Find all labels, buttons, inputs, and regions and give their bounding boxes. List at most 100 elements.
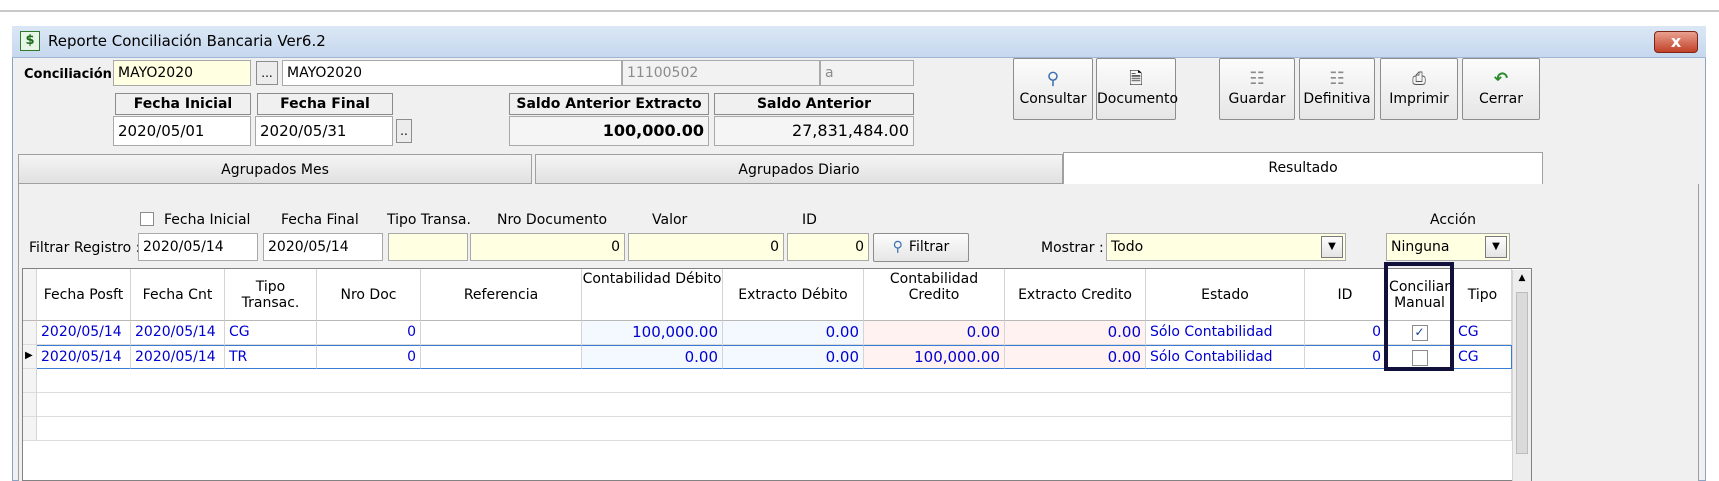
tab-resultado[interactable]: Resultado — [1063, 152, 1543, 184]
mostrar-select[interactable]: Todo — [1106, 233, 1346, 261]
table-cell[interactable] — [421, 345, 582, 369]
filter-tipo-input[interactable] — [388, 233, 468, 261]
guardar-button[interactable]: ☷ Guardar — [1219, 58, 1295, 120]
row-selector[interactable] — [23, 321, 37, 345]
grid-vertical-scrollbar[interactable]: ▲ — [1512, 270, 1531, 481]
saldo-contabilidad-value: 27,831,484.00 — [714, 116, 914, 146]
account-field: 11100502 — [622, 60, 820, 86]
tab-agrupados-mes[interactable]: Agrupados Mes — [18, 154, 532, 184]
row-selector[interactable] — [23, 393, 37, 417]
table-cell[interactable]: 0.00 — [1005, 321, 1146, 345]
row-selector-current[interactable]: ▶ — [23, 345, 37, 369]
col-contabilidad-credito[interactable]: Contabilidad Credito — [864, 269, 1005, 321]
table-cell[interactable]: 0 — [317, 345, 421, 369]
close-button[interactable]: x — [1654, 31, 1698, 53]
printer-icon: ⎙ — [1412, 69, 1426, 89]
accion-dropdown-icon[interactable]: ▼ — [1485, 236, 1507, 258]
table-cell[interactable]: 0.00 — [1005, 345, 1146, 369]
stamp-icon: ☷ — [1329, 69, 1345, 89]
col-fecha-cnt[interactable]: Fecha Cnt — [131, 269, 225, 321]
fecha-browse-button[interactable]: .. — [396, 119, 412, 143]
fecha-inicial-header: Fecha Inicial — [115, 93, 251, 115]
col-referencia[interactable]: Referencia — [421, 269, 582, 321]
col-extracto-debito[interactable]: Extracto Débito — [723, 269, 864, 321]
table-cell[interactable]: CG — [1454, 321, 1512, 345]
tab-agrupados-diario[interactable]: Agrupados Diario — [535, 154, 1063, 184]
fecha-final-input[interactable]: 2020/05/31 — [255, 116, 393, 146]
filter-fecha-final-input[interactable]: 2020/05/14 — [263, 233, 383, 261]
table-cell[interactable]: 0.00 — [582, 345, 723, 369]
col-tipo[interactable]: Tipo — [1454, 269, 1512, 321]
filtrar-button[interactable]: ⚲ Filtrar — [873, 233, 969, 262]
consultar-label: Consultar — [1019, 91, 1087, 107]
scroll-thumb[interactable] — [1516, 292, 1528, 454]
filtrar-registro-label: Filtrar Registro : — [29, 240, 141, 256]
filter-fecha-final-label: Fecha Final — [281, 212, 359, 228]
cerrar-label: Cerrar — [1479, 91, 1523, 107]
row-selector[interactable] — [23, 417, 37, 441]
top-divider — [0, 10, 1719, 12]
consultar-button[interactable]: ⚲ Consultar — [1013, 58, 1093, 120]
mostrar-label: Mostrar : — [1041, 240, 1104, 256]
table-cell[interactable]: 0.00 — [864, 321, 1005, 345]
saldo-extracto-value: 100,000.00 — [509, 116, 709, 146]
definitiva-button[interactable]: ☷ Definitiva — [1299, 58, 1375, 120]
table-cell[interactable]: 2020/05/14 — [131, 321, 225, 345]
scroll-up-icon[interactable]: ▲ — [1513, 270, 1531, 286]
table-cell[interactable]: TR — [225, 345, 317, 369]
table-cell[interactable]: 0 — [317, 321, 421, 345]
table-cell[interactable]: Sólo Contabilidad — [1146, 321, 1305, 345]
col-fecha-posft[interactable]: Fecha Posft — [37, 269, 131, 321]
conciliacion-label: Conciliación : — [24, 67, 122, 82]
conciliar-manual-highlight — [1384, 262, 1454, 371]
table-cell[interactable]: CG — [225, 321, 317, 345]
row-selector[interactable] — [23, 369, 37, 393]
filter-valor-input[interactable]: 0 — [628, 233, 784, 261]
imprimir-button[interactable]: ⎙ Imprimir — [1380, 58, 1458, 120]
table-cell[interactable]: 2020/05/14 — [37, 345, 131, 369]
accion-label: Acción — [1430, 212, 1477, 228]
magnifier-icon: ⚲ — [1046, 69, 1060, 89]
col-id[interactable]: ID — [1305, 269, 1386, 321]
imprimir-label: Imprimir — [1389, 91, 1449, 107]
empty-row — [37, 393, 1512, 417]
documento-label: Documento — [1097, 91, 1179, 107]
table-cell[interactable]: 2020/05/14 — [37, 321, 131, 345]
mostrar-dropdown-icon[interactable]: ▼ — [1321, 236, 1343, 258]
col-extracto-credito[interactable]: Extracto Credito — [1005, 269, 1146, 321]
row-header-corner — [23, 269, 37, 321]
description-input[interactable]: MAYO2020 — [282, 60, 622, 86]
table-cell[interactable]: 2020/05/14 — [131, 345, 225, 369]
table-cell[interactable]: 0 — [1305, 345, 1386, 369]
guardar-label: Guardar — [1228, 91, 1286, 107]
fecha-final-header: Fecha Final — [257, 93, 393, 115]
table-cell[interactable]: 100,000.00 — [582, 321, 723, 345]
table-cell[interactable]: 100,000.00 — [864, 345, 1005, 369]
saldo-contabilidad-header: Saldo Anterior Contabilidad — [714, 93, 914, 132]
filter-nro-label: Nro Documento — [497, 212, 608, 228]
table-cell[interactable]: 0.00 — [723, 345, 864, 369]
table-cell[interactable]: 0 — [1305, 321, 1386, 345]
col-tipo-transac[interactable]: Tipo Transac. — [225, 269, 317, 321]
conciliacion-browse-button[interactable]: ... — [256, 61, 278, 85]
fecha-inicial-input[interactable]: 2020/05/01 — [113, 116, 251, 146]
col-contabilidad-debito[interactable]: Contabilidad Débito — [582, 269, 723, 321]
table-cell[interactable]: Sólo Contabilidad — [1146, 345, 1305, 369]
filter-id-input[interactable]: 0 — [787, 233, 869, 261]
filter-id-label: ID — [802, 212, 817, 228]
table-cell[interactable]: CG — [1454, 345, 1512, 369]
documento-button[interactable]: 🗎 Documento — [1096, 58, 1179, 120]
code-field: a — [820, 60, 914, 86]
cerrar-button[interactable]: ↶ Cerrar — [1462, 58, 1540, 120]
definitiva-label: Definitiva — [1303, 91, 1371, 107]
conciliacion-input[interactable]: MAYO2020 — [113, 60, 251, 86]
col-estado[interactable]: Estado — [1146, 269, 1305, 321]
filter-nro-input[interactable]: 0 — [470, 233, 625, 261]
fecha-inicial-filter-checkbox[interactable] — [140, 212, 154, 226]
table-cell[interactable] — [421, 321, 582, 345]
col-nro-doc[interactable]: Nro Doc — [317, 269, 421, 321]
filter-fecha-inicial-input[interactable]: 2020/05/14 — [138, 233, 258, 261]
table-cell[interactable]: 0.00 — [723, 321, 864, 345]
results-grid: Fecha Posft Fecha Cnt Tipo Transac. Nro … — [22, 268, 1532, 481]
document-icon: 🗎 — [1129, 69, 1143, 89]
